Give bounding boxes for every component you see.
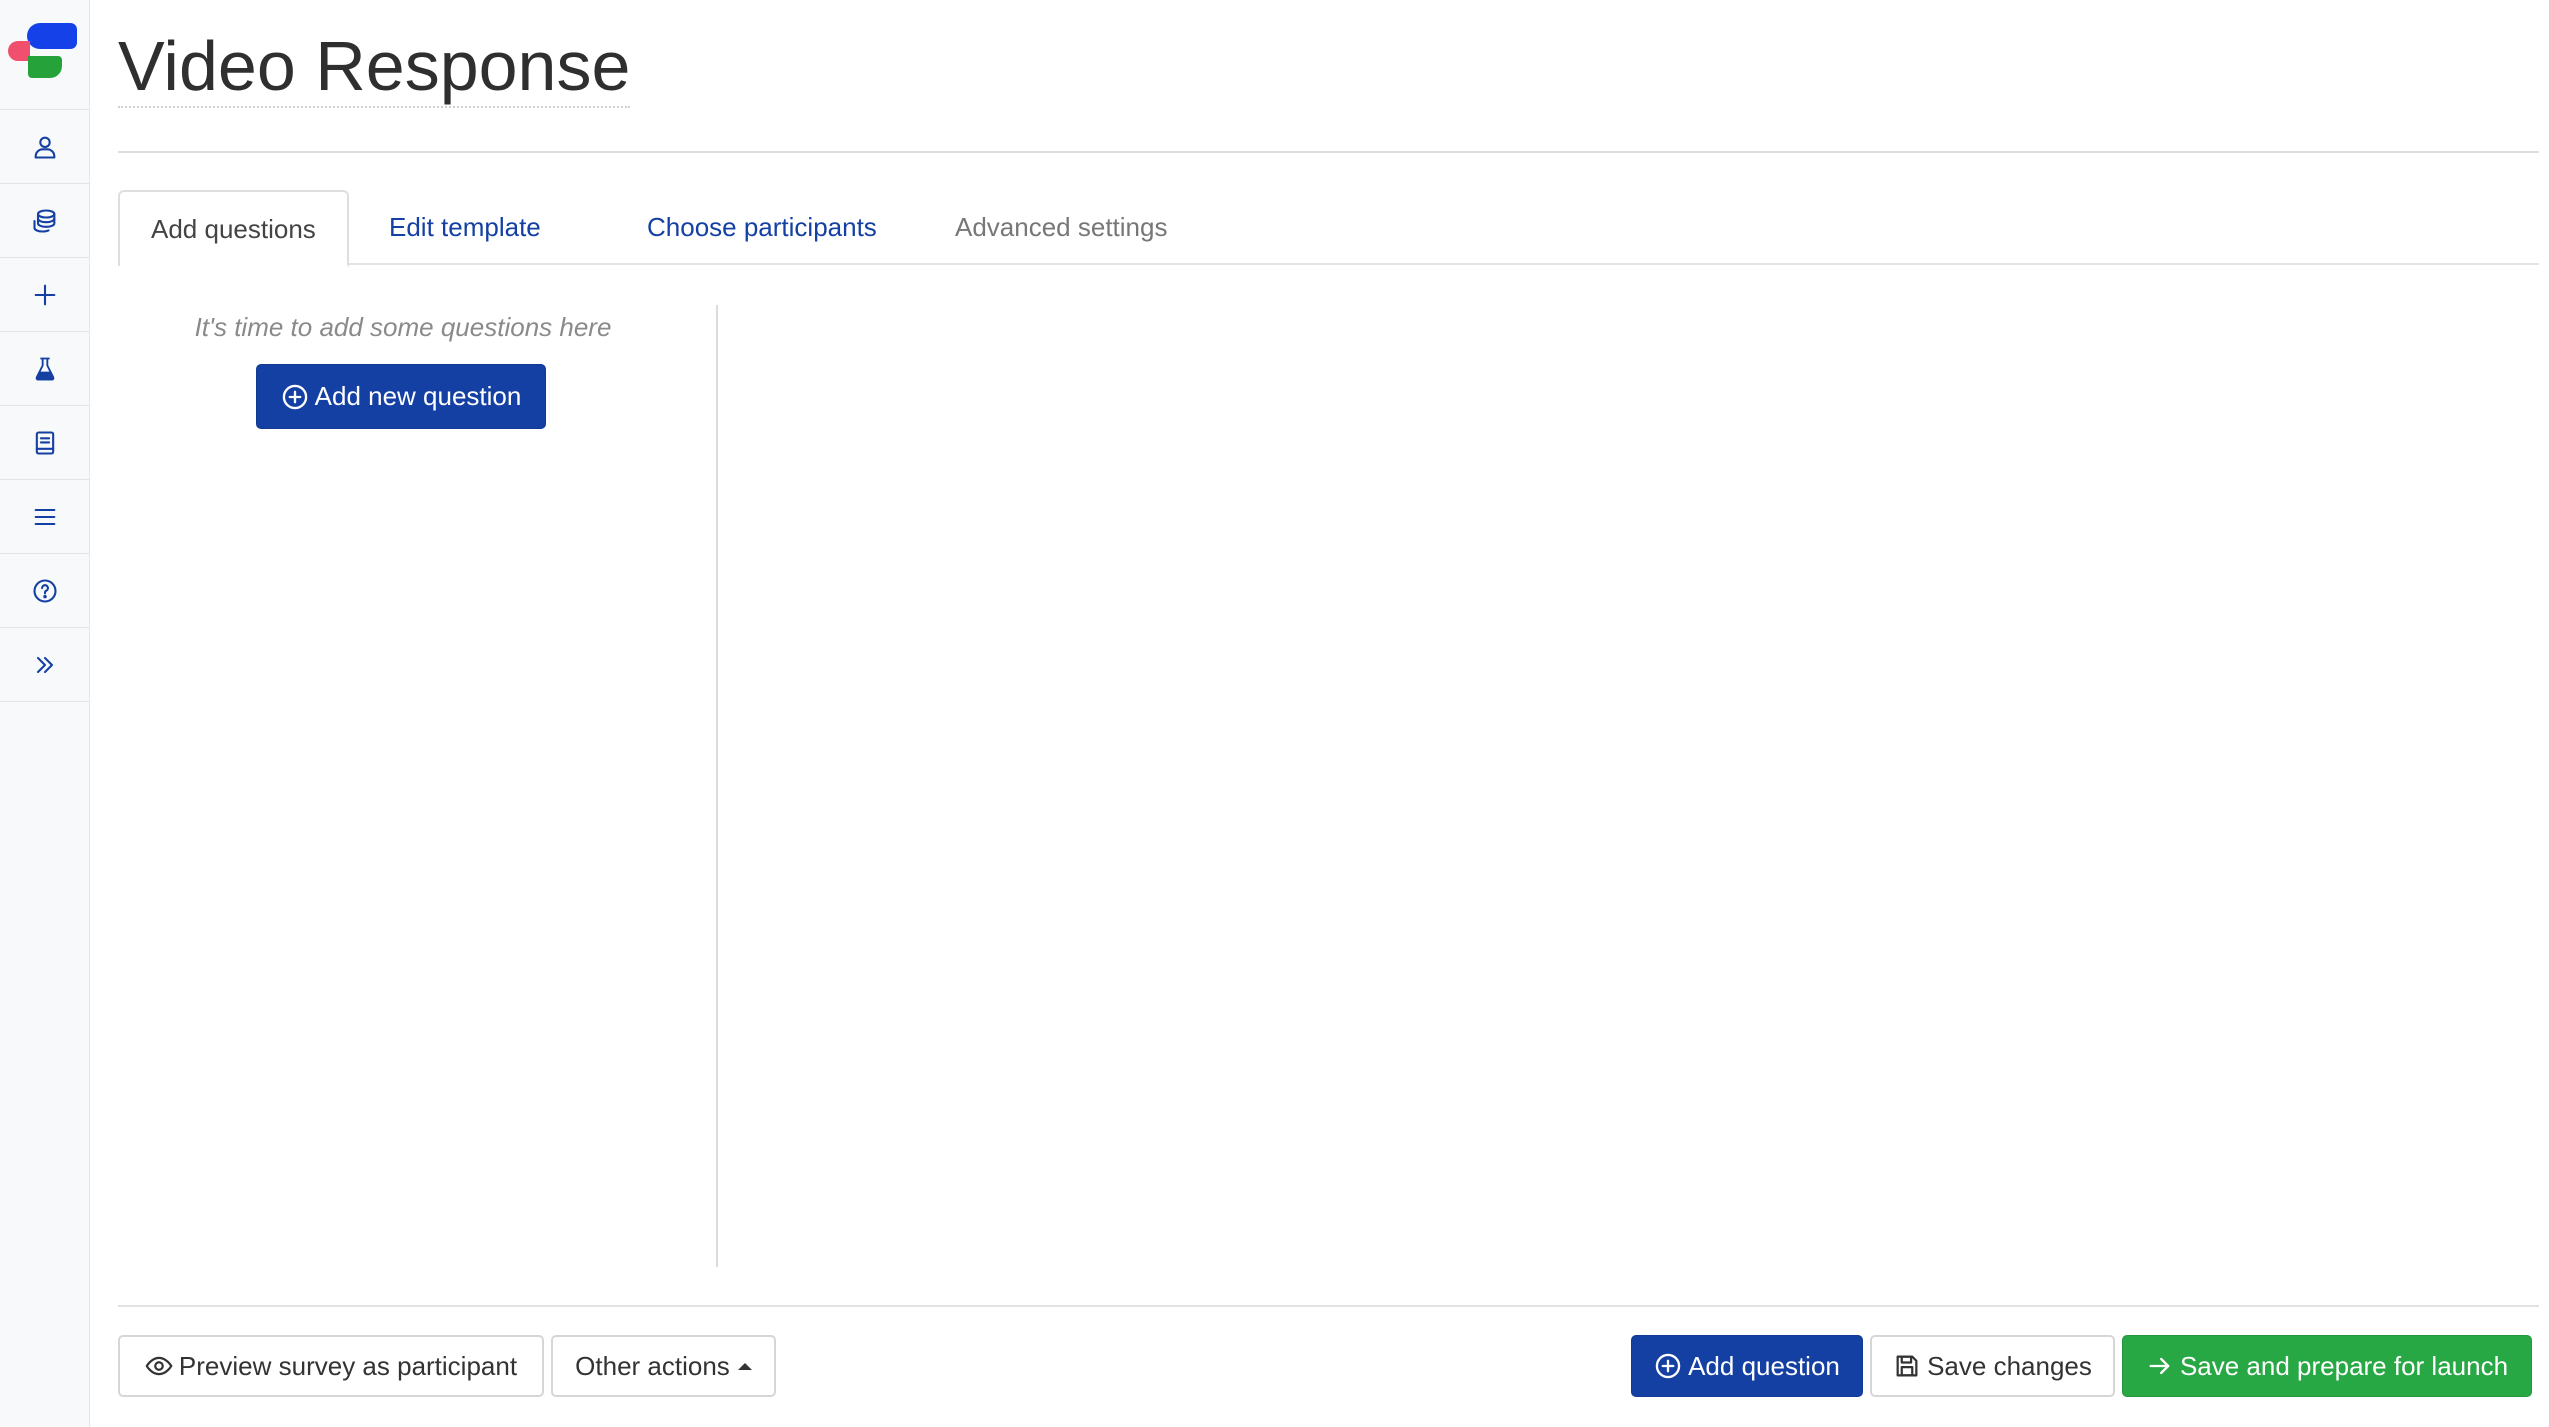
app-root: Video Response Add questions Edit templa… <box>0 0 2549 1427</box>
sidebar-item-menu[interactable] <box>0 480 90 554</box>
sidebar-item-lab[interactable] <box>0 332 90 406</box>
other-actions-label: Other actions <box>575 1350 730 1381</box>
add-question-button[interactable]: Add question <box>1631 1335 1863 1397</box>
save-changes-label: Save changes <box>1927 1350 2092 1381</box>
logo-green-shape <box>28 56 62 78</box>
plus-circle-icon <box>1655 1353 1681 1379</box>
other-actions-dropdown[interactable]: Other actions <box>551 1335 776 1397</box>
sidebar-item-create[interactable] <box>0 258 90 332</box>
add-new-question-label: Add new question <box>314 381 522 411</box>
sidebar-item-help[interactable] <box>0 554 90 628</box>
menu-icon <box>34 508 56 525</box>
sidebar-expand-toggle[interactable] <box>0 628 90 702</box>
sidebar-item-data[interactable] <box>0 184 90 258</box>
floppy-disk-icon <box>1896 1355 1918 1377</box>
sidebar-item-library[interactable] <box>0 406 90 480</box>
tab-add-questions[interactable]: Add questions <box>118 190 349 267</box>
plus-icon <box>34 284 56 305</box>
tab-advanced-settings[interactable]: Advanced settings <box>924 190 1198 265</box>
preview-survey-button[interactable]: Preview survey as participant <box>118 1335 544 1397</box>
preview-survey-label: Preview survey as participant <box>178 1350 518 1381</box>
chevrons-right-icon <box>36 656 54 673</box>
sidebar-item-profile[interactable] <box>0 110 90 184</box>
questions-panel: It's time to add some questions here Add… <box>118 305 718 1267</box>
save-and-launch-button[interactable]: Save and prepare for launch <box>2122 1335 2532 1397</box>
save-changes-button[interactable]: Save changes <box>1870 1335 2115 1397</box>
logo-blue-shape <box>27 23 77 49</box>
logo-red-shape <box>8 41 30 61</box>
user-icon <box>34 136 56 159</box>
database-icon <box>33 208 56 233</box>
app-logo[interactable] <box>0 0 90 110</box>
add-question-label: Add question <box>1688 1350 1840 1381</box>
footer-divider <box>118 1305 2539 1307</box>
title-divider <box>118 151 2539 153</box>
eye-icon <box>145 1356 173 1376</box>
tab-choose-participants[interactable]: Choose participants <box>616 190 908 265</box>
flask-icon <box>35 357 55 380</box>
tab-edit-template[interactable]: Edit template <box>358 190 572 265</box>
save-and-launch-label: Save and prepare for launch <box>2179 1350 2509 1381</box>
book-icon <box>35 430 55 455</box>
empty-questions-hint: It's time to add some questions here <box>194 312 612 342</box>
tab-bar: Add questions Edit template Choose parti… <box>118 190 2539 267</box>
caret-up-icon <box>737 1362 752 1370</box>
page-title[interactable]: Video Response <box>118 26 631 108</box>
sidebar <box>0 0 90 1427</box>
help-icon <box>33 578 57 603</box>
plus-circle-icon <box>282 384 307 409</box>
add-new-question-button[interactable]: Add new question <box>256 364 546 429</box>
arrow-right-icon <box>2149 1357 2170 1375</box>
